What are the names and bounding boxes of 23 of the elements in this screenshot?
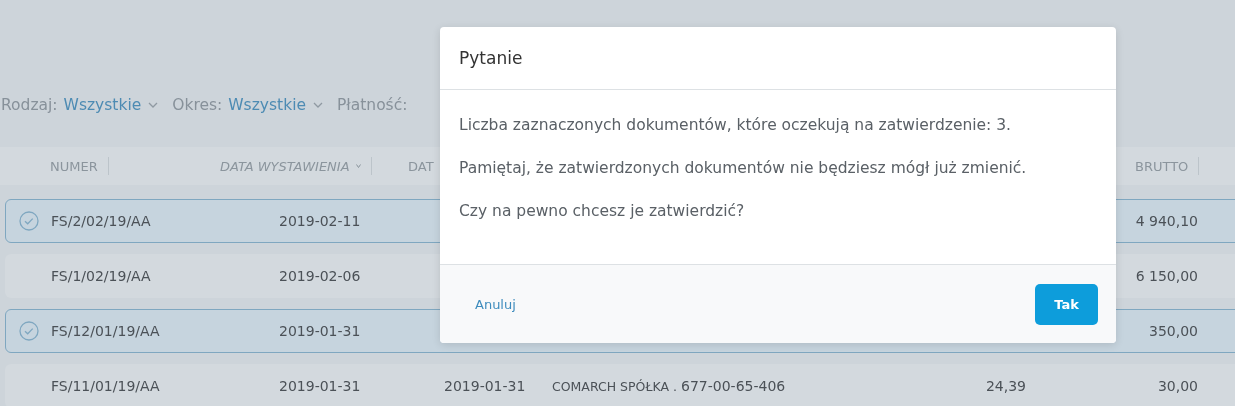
table-cell-text: 2019-01-31 xyxy=(279,378,362,394)
table-cell-text: 4 940,10 xyxy=(1135,213,1199,229)
dialog-message: Czy na pewno chcesz je zatwierdzić? xyxy=(459,202,746,220)
filter-label: Płatność: xyxy=(337,96,408,114)
dialog-message: Pamiętaj, że zatwierdzonych dokumentów nie będziesz mógł już zmienić. xyxy=(459,159,1028,177)
table-cell-text: 2019-01-31 xyxy=(444,378,527,394)
table-cell-text: FS/1/02/19/AA xyxy=(51,268,152,284)
table-cell-text: 677-00-65-406 xyxy=(681,378,787,394)
table-cell-text: 2019-01-31 xyxy=(279,323,362,339)
table-cell: 24,39 xyxy=(985,378,1026,394)
table-cell-text: 2019-02-11 xyxy=(279,213,362,229)
table-cell-text: 30,00 xyxy=(1157,378,1199,394)
dialog-message: Liczba zaznaczonych dokumentów, które oczekują na zatwierdzenie: 3. xyxy=(459,116,1013,134)
table-cell-text: FS/11/01/19/AA xyxy=(51,378,161,394)
table-cell-text: 6 150,00 xyxy=(1135,268,1199,284)
filter-label: Okres: xyxy=(172,96,223,114)
table-cell-text: FS/12/01/19/AA xyxy=(51,323,161,339)
table-cell-text: 350,00 xyxy=(1149,323,1199,339)
table-cell-text: 2019-02-06 xyxy=(279,268,362,284)
table-cell-text: COMARCH SPÓŁKA . xyxy=(552,378,678,394)
dialog-title: Pytanie xyxy=(440,27,1116,90)
table-cell-text: FS/2/02/19/AA xyxy=(51,213,152,229)
filter-label: Rodzaj: xyxy=(1,96,58,114)
